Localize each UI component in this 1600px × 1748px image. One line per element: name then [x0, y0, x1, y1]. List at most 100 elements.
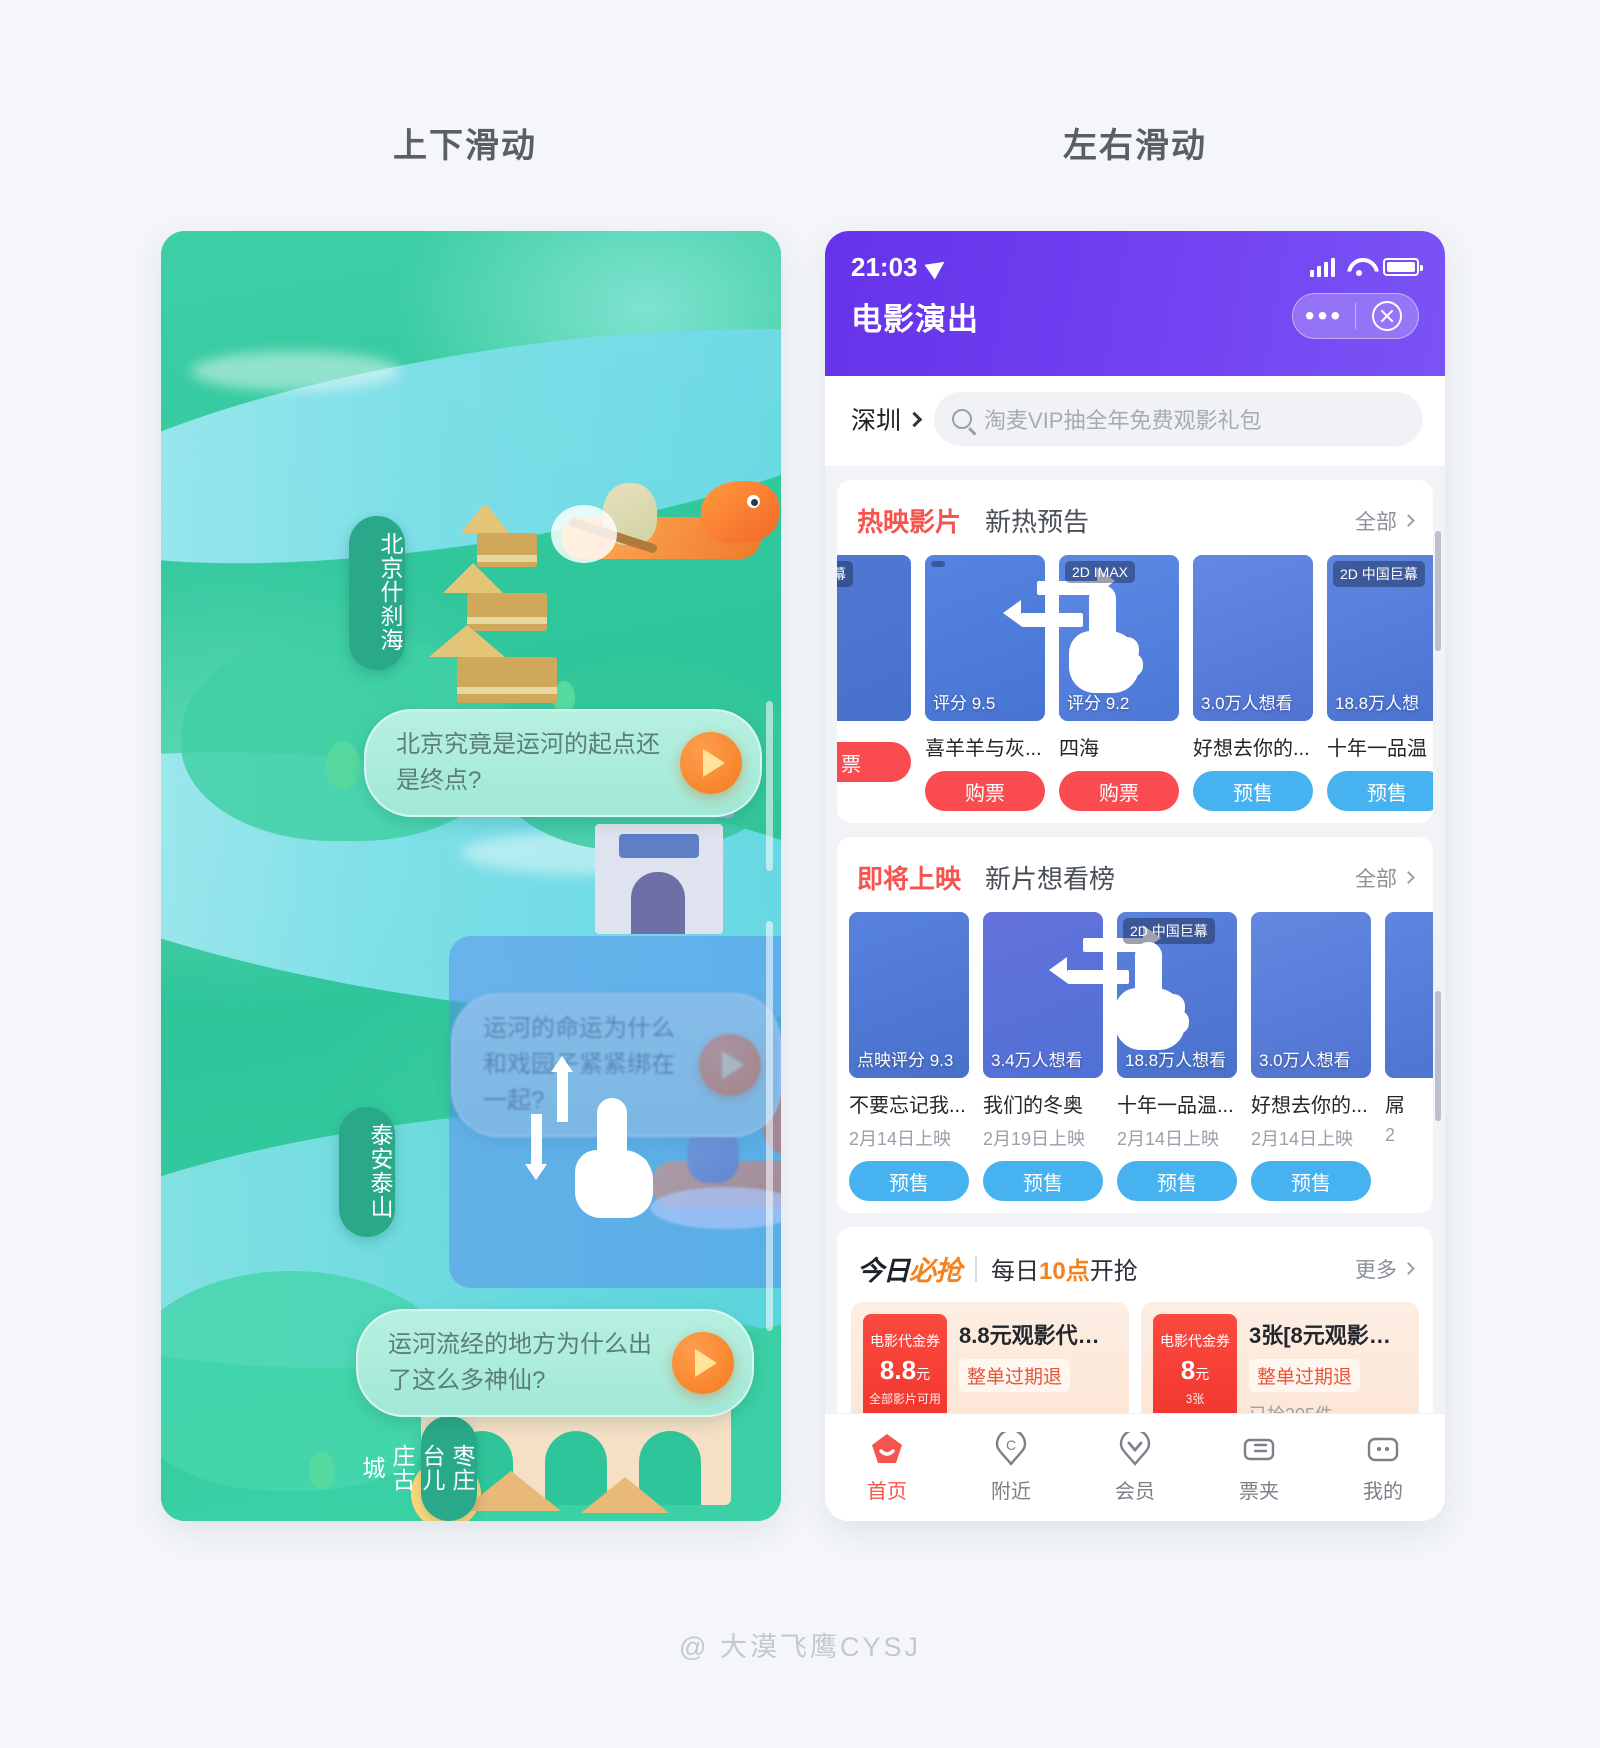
status-right — [1310, 257, 1423, 277]
horizontal-swipe-gesture — [1003, 567, 1179, 697]
view-all-link[interactable]: 全部 — [1355, 506, 1415, 536]
today-more-link[interactable]: 更多 — [1355, 1254, 1415, 1284]
dragon-boat-top — [551, 459, 781, 569]
movie-title: 喜羊羊与灰... — [925, 738, 1042, 760]
question-bubble[interactable]: 运河流经的地方为什么出了这么多神仙? — [356, 1309, 754, 1417]
movie-carousel[interactable]: 点映评分 9.3 不要忘记我... 2月14日上映 预售 3.4万人想看 我们的… — [837, 912, 1433, 1201]
tab-nearby[interactable]: C 附近 — [949, 1428, 1073, 1504]
movie-format-badge: 国巨幕 — [837, 561, 853, 587]
movie-format-badge: 2D 中国巨幕 — [1333, 561, 1425, 587]
status-time: 21:03 — [851, 251, 918, 282]
question-bubble[interactable]: 北京究竟是运河的起点还是终点? — [364, 709, 762, 817]
ticket-note: 3张 — [1185, 1392, 1205, 1406]
presale-button[interactable]: 预售 — [1193, 771, 1313, 811]
coupon-info: 8.8元观影代金券 整单过期退 — [959, 1314, 1117, 1427]
arrow-left-head — [1049, 957, 1067, 983]
cloud-decoration — [191, 351, 401, 391]
movie-score: 18.8万人想 — [1335, 694, 1420, 713]
ticket-unit: 元 — [916, 1366, 931, 1382]
movie-card[interactable]: 点映评分 9.3 不要忘记我... 2月14日上映 预售 — [849, 912, 969, 1201]
movie-card[interactable]: 2D 中国巨幕 18.8万人想 十年一品温 预售 — [1327, 555, 1433, 811]
movie-carousel[interactable]: 国巨幕 0.3 票 评分 9.5 喜羊羊与灰... 购票 — [837, 555, 1433, 811]
search-placeholder: 淘麦VIP抽全年免费观影礼包 — [984, 408, 1262, 433]
svg-text:C: C — [1006, 1437, 1016, 1453]
arrow-left-head — [1003, 600, 1021, 626]
view-all-label: 全部 — [1355, 867, 1397, 891]
home-pentagon-icon — [870, 1432, 904, 1466]
movie-title: 四海 — [1059, 738, 1099, 760]
temple-roof-decoration — [581, 1477, 669, 1513]
tab-coming-soon[interactable]: 即将上映 — [857, 859, 961, 896]
movie-card[interactable]: 3.0万人想看 好想去你的... 2月14日上映 预售 — [1251, 912, 1371, 1201]
nearby-pin-icon: C — [994, 1428, 1028, 1466]
page-scrollbar[interactable] — [1435, 991, 1441, 1121]
tab-home[interactable]: 首页 — [825, 1432, 949, 1504]
tab-wish-list[interactable]: 新片想看榜 — [985, 859, 1115, 896]
movie-poster[interactable]: 3.0万人想看 — [1251, 912, 1371, 1078]
coupon-info: 3张[8元观影代... 整单过期退 已抢205件 — [1249, 1314, 1407, 1427]
chevron-right-icon — [1402, 1262, 1415, 1275]
more-dots-icon[interactable]: ••• — [1293, 302, 1355, 330]
section-coming-soon: 即将上映 新片想看榜 全部 点映评分 9.3 不要忘记我... 2月14日上映 … — [837, 837, 1433, 1213]
play-icon[interactable] — [680, 732, 742, 794]
movie-score: 点映评分 9.3 — [857, 1051, 954, 1070]
movie-title: 十年一品温 — [1327, 738, 1427, 760]
map-location-pill[interactable]: 泰安泰山 — [339, 1107, 395, 1237]
ticket-amount: 8.8 — [879, 1355, 917, 1385]
presale-button[interactable]: 预售 — [1251, 1161, 1371, 1201]
movie-title: 十年一品温... — [1117, 1095, 1234, 1117]
movie-poster[interactable]: 点映评分 9.3 — [849, 912, 969, 1078]
section-header: 热映影片 新热预告 全部 — [837, 480, 1433, 555]
mini-program-capsule[interactable]: ••• — [1292, 293, 1419, 339]
movie-poster[interactable]: 2D 中国巨幕 18.8万人想 — [1327, 555, 1433, 721]
presale-button[interactable]: 预售 — [983, 1161, 1103, 1201]
movie-title: 我们的冬奥 — [983, 1095, 1083, 1117]
close-circle-icon[interactable] — [1356, 301, 1418, 331]
buy-ticket-button[interactable]: 购票 — [925, 771, 1045, 811]
tab-label: 会员 — [1115, 1480, 1155, 1503]
movie-release-date: 2月14日上映 — [1251, 1129, 1354, 1149]
buy-ticket-button[interactable]: 购票 — [1059, 771, 1179, 811]
tab-new-trailers[interactable]: 新热预告 — [985, 502, 1089, 539]
location-arrow-icon — [923, 254, 950, 280]
member-badge-icon — [1118, 1428, 1152, 1466]
movie-card[interactable]: 国巨幕 0.3 票 — [837, 555, 911, 811]
view-all-link[interactable]: 全部 — [1355, 863, 1415, 893]
tree-decoration — [326, 741, 360, 789]
question-text: 运河流经的地方为什么出了这么多神仙? — [388, 1331, 652, 1394]
tab-now-showing[interactable]: 热映影片 — [857, 502, 961, 539]
ticket-label: 电影代金券 — [870, 1333, 940, 1349]
page-title: 电影演出 — [851, 301, 979, 337]
play-icon[interactable] — [672, 1332, 734, 1394]
vertical-scrollbar[interactable] — [766, 701, 773, 871]
map-location-pill[interactable]: 北京什刹海 — [349, 516, 405, 670]
right-phone-mockup: 21:03 电影演出 ••• 深圳 淘麦VIP抽全年免费观影礼包 热映影片 新热… — [825, 231, 1445, 1521]
movie-poster[interactable]: 国巨幕 0.3 — [837, 555, 911, 721]
section-now-showing: 热映影片 新热预告 全部 国巨幕 0.3 — [837, 480, 1441, 823]
movie-card[interactable]: 3.0万人想看 好想去你的... 预售 — [1193, 555, 1313, 811]
movie-release-date: 2 — [1385, 1125, 1396, 1145]
movie-card[interactable]: 屌 2 — [1385, 912, 1433, 1201]
city-selector[interactable]: 深圳 — [851, 401, 923, 437]
presale-button[interactable]: 预售 — [1117, 1161, 1237, 1201]
vertical-scrollbar[interactable] — [766, 921, 773, 1331]
tree-decoration — [309, 1451, 335, 1489]
tab-member[interactable]: 会员 — [1073, 1428, 1197, 1504]
tab-profile[interactable]: 我的 — [1321, 1432, 1445, 1504]
presale-button[interactable]: 预售 — [1327, 771, 1433, 811]
wifi-icon — [1347, 258, 1371, 276]
caption-vertical-swipe: 上下滑动 — [393, 127, 537, 165]
movie-poster[interactable]: 3.0万人想看 — [1193, 555, 1313, 721]
today-more-label: 更多 — [1355, 1258, 1397, 1282]
search-input[interactable]: 淘麦VIP抽全年免费观影礼包 — [934, 392, 1423, 446]
buy-ticket-button[interactable]: 票 — [837, 742, 911, 782]
presale-button[interactable]: 预售 — [849, 1161, 969, 1201]
vertical-swipe-hand-icon — [569, 1098, 659, 1218]
movie-poster[interactable] — [1385, 912, 1433, 1078]
pill-label: 泰安泰山 — [367, 1123, 393, 1219]
map-location-pill[interactable]: 枣庄台儿庄古城 — [359, 1416, 477, 1521]
chevron-right-icon — [1402, 514, 1415, 527]
vertical-swipe-overlay — [449, 936, 781, 1288]
tab-tickets[interactable]: 票夹 — [1197, 1432, 1321, 1504]
movie-score: 3.0万人想看 — [1259, 1051, 1351, 1070]
